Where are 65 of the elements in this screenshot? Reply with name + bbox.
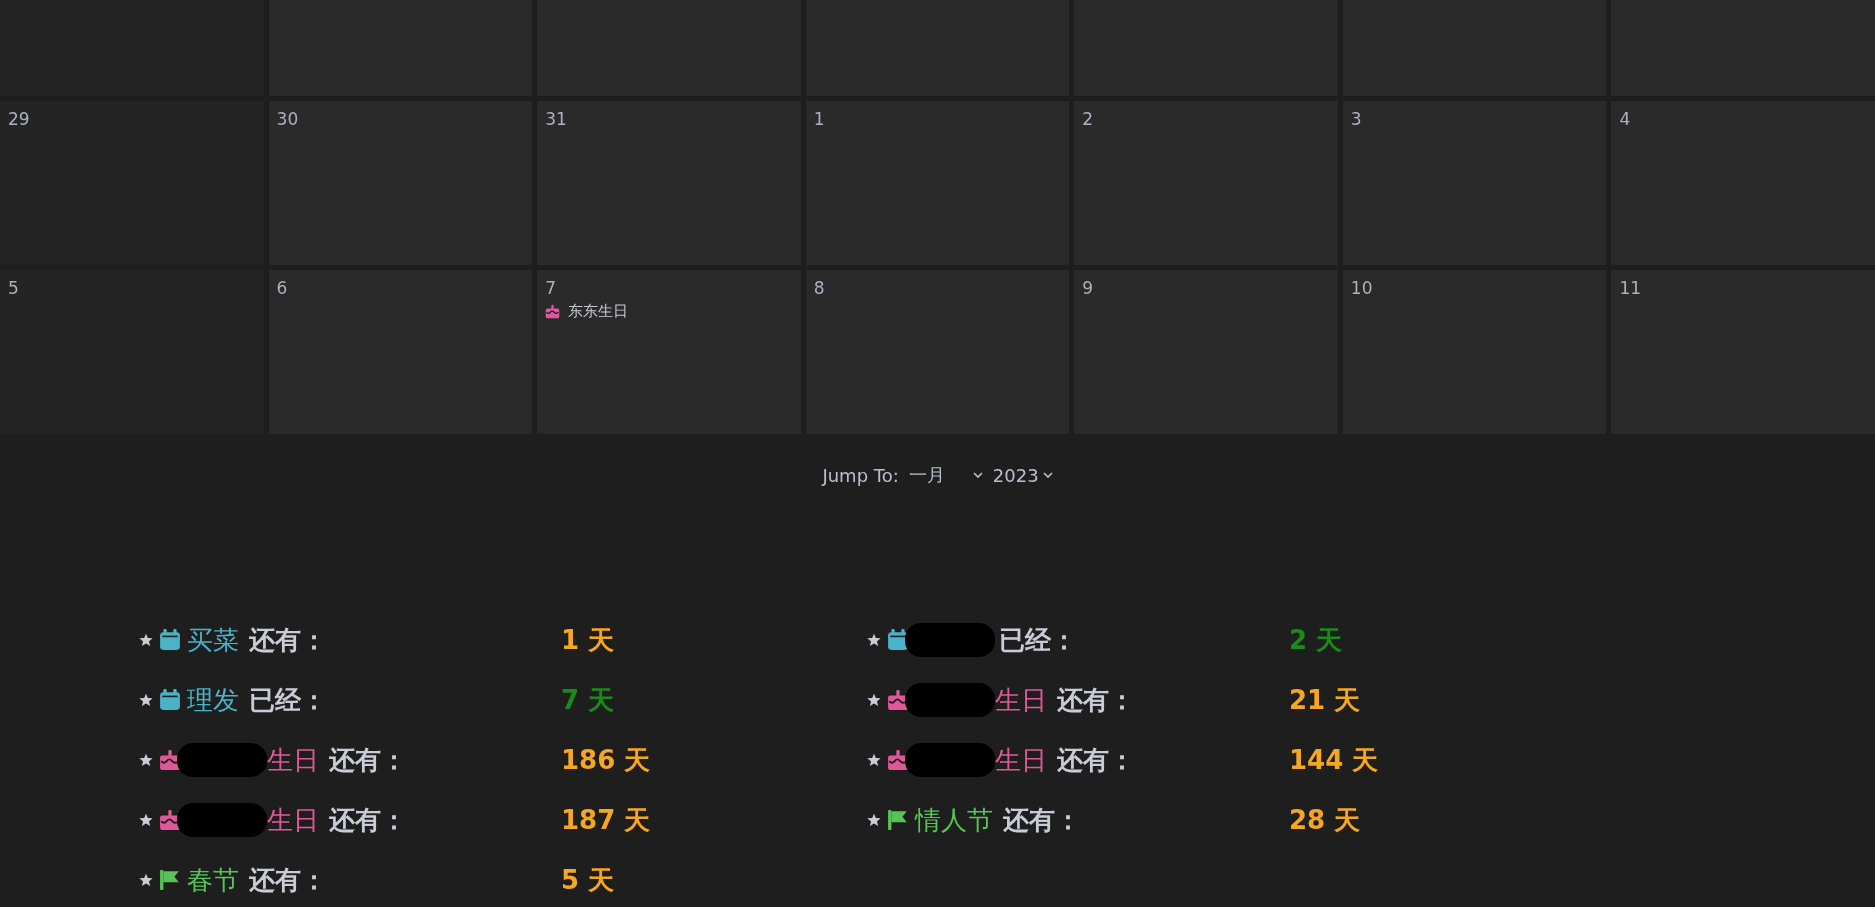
star-icon bbox=[867, 813, 881, 827]
date-number: 10 bbox=[1350, 278, 1373, 298]
countdown-status: 还有： bbox=[249, 863, 327, 897]
date-number: 4 bbox=[1619, 109, 1631, 129]
star-icon bbox=[139, 633, 153, 647]
countdown-name: 生日 bbox=[267, 803, 319, 837]
date-number: 3 bbox=[1350, 109, 1362, 129]
days-count: 144 天 bbox=[1289, 743, 1379, 777]
star-icon bbox=[139, 813, 153, 827]
countdown-name: 情人节 bbox=[915, 803, 993, 837]
calendar-icon bbox=[159, 629, 181, 651]
days-count: 5 天 bbox=[561, 863, 615, 897]
jump-to-label: Jump To: bbox=[822, 464, 899, 486]
year-select[interactable]: 2023 bbox=[992, 464, 1053, 486]
date-number: 29 bbox=[8, 109, 30, 129]
flag-icon bbox=[887, 809, 909, 831]
countdown-name: 生日 bbox=[995, 743, 1047, 777]
date-number: 30 bbox=[276, 109, 299, 129]
countdown-name: 生日 bbox=[995, 683, 1047, 717]
countdown-status: 还有： bbox=[329, 803, 407, 837]
star-icon bbox=[867, 693, 881, 707]
date-number: 7 bbox=[545, 278, 556, 298]
countdown-status: 还有： bbox=[1003, 803, 1081, 837]
days-count: 7 天 bbox=[561, 683, 615, 717]
countdown-name: 生日 bbox=[267, 743, 319, 777]
date-number: 9 bbox=[1082, 278, 1094, 298]
star-icon bbox=[139, 873, 153, 887]
star-icon bbox=[139, 753, 153, 767]
month-select[interactable]: 一月 bbox=[908, 463, 983, 487]
calendar-icon bbox=[887, 629, 909, 651]
calendar-icon bbox=[159, 689, 181, 711]
cake-icon bbox=[159, 809, 181, 831]
countdown-status: 已经： bbox=[999, 623, 1077, 657]
countdown-status: 已经： bbox=[249, 683, 327, 717]
chevron-down-icon bbox=[972, 471, 983, 479]
days-count: 186 天 bbox=[561, 743, 651, 777]
countdown-name: 春节 bbox=[187, 863, 239, 897]
days-count: 187 天 bbox=[561, 803, 651, 837]
cake-icon bbox=[545, 304, 561, 319]
date-number: 11 bbox=[1619, 278, 1642, 298]
days-count: 21 天 bbox=[1289, 683, 1361, 717]
countdown-status: 还有： bbox=[1057, 743, 1135, 777]
cake-icon bbox=[159, 749, 181, 771]
star-icon bbox=[139, 693, 153, 707]
star-icon bbox=[867, 753, 881, 767]
date-number: 5 bbox=[8, 278, 19, 298]
cake-icon bbox=[887, 749, 909, 771]
star-icon bbox=[867, 633, 881, 647]
days-count: 1 天 bbox=[561, 623, 615, 657]
days-count: 28 天 bbox=[1289, 803, 1361, 837]
countdown-name: 理发 bbox=[187, 683, 239, 717]
countdown-status: 还有： bbox=[249, 623, 327, 657]
date-number: 6 bbox=[276, 278, 288, 298]
cake-icon bbox=[887, 689, 909, 711]
countdown-name: 买菜 bbox=[187, 623, 239, 657]
calendar-event[interactable]: 东东生日 bbox=[545, 302, 793, 321]
date-number: 31 bbox=[545, 109, 567, 129]
countdown-status: 还有： bbox=[1057, 683, 1135, 717]
days-count: 2 天 bbox=[1289, 623, 1343, 657]
countdown-status: 还有： bbox=[329, 743, 407, 777]
date-number: 1 bbox=[813, 109, 825, 129]
chevron-down-icon bbox=[1042, 471, 1053, 479]
date-number: 8 bbox=[813, 278, 825, 298]
date-number: 2 bbox=[1082, 109, 1094, 129]
flag-icon bbox=[159, 869, 181, 891]
